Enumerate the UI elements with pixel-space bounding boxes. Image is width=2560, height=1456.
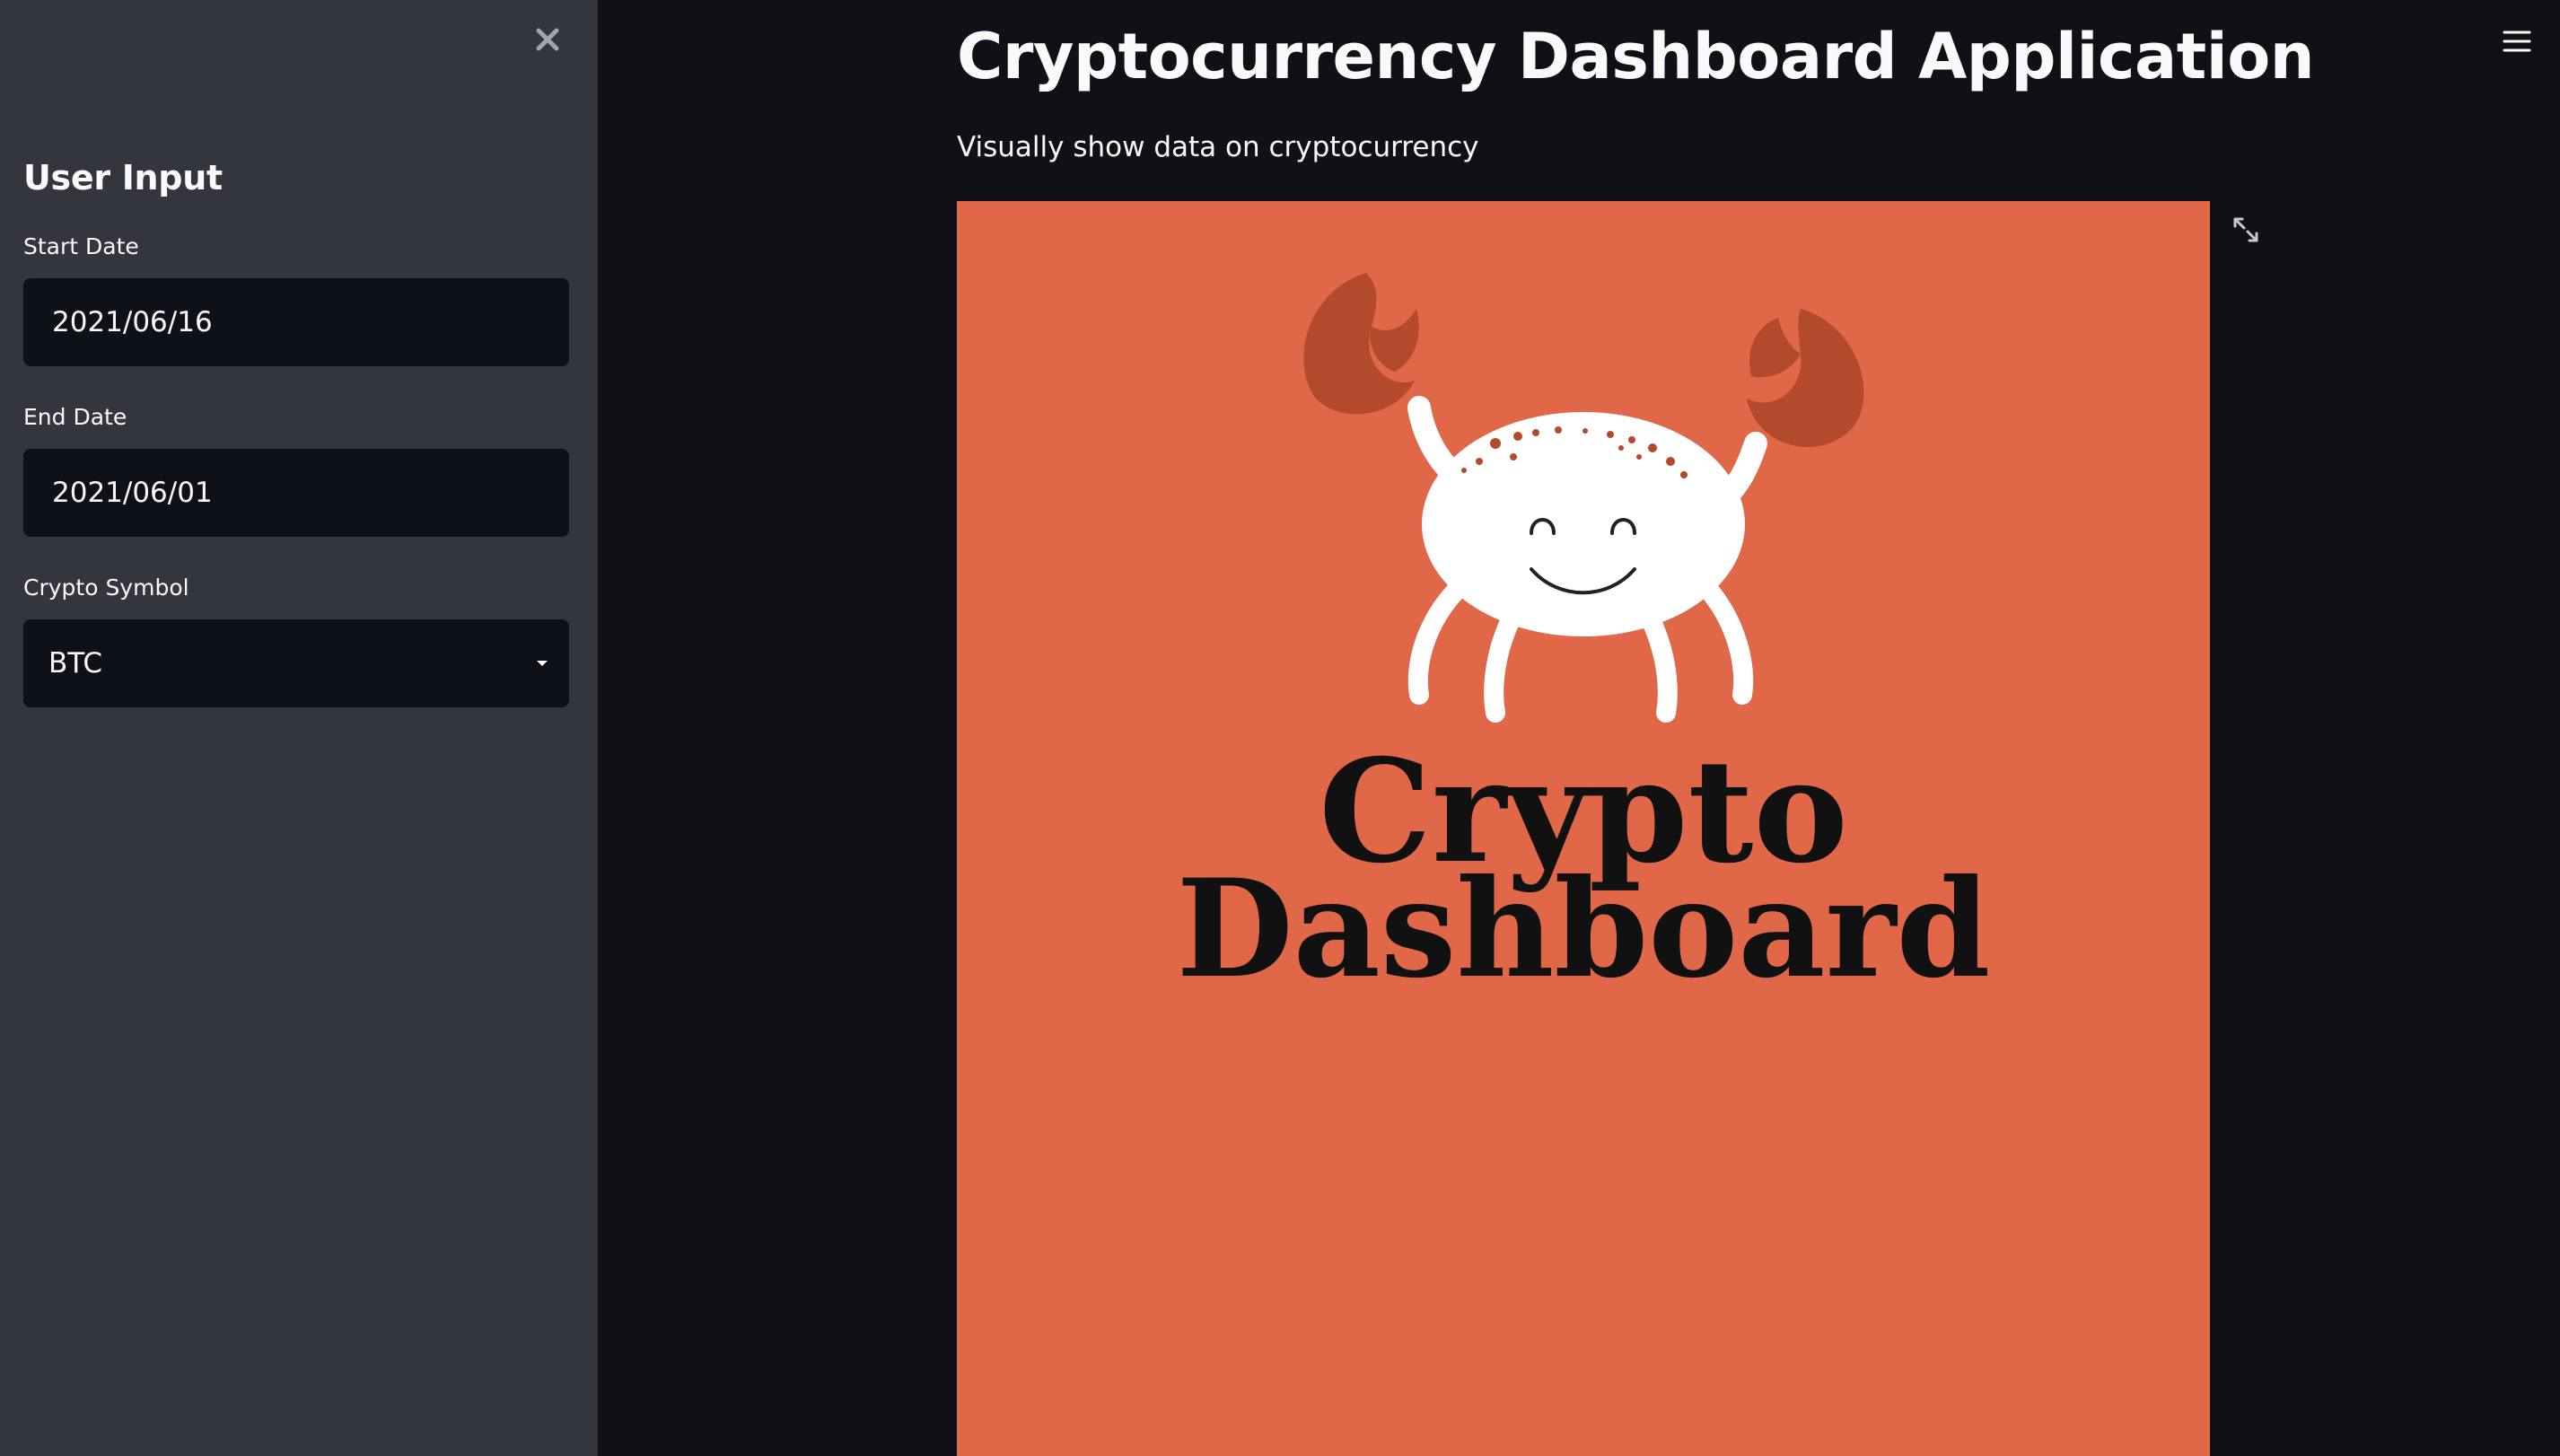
close-icon — [536, 28, 559, 51]
crypto-symbol-select[interactable]: BTC — [23, 619, 569, 707]
sidebar: User Input Start Date End Date Crypto Sy… — [0, 0, 598, 1456]
end-date-label: End Date — [23, 404, 127, 430]
crypto-symbol-value: BTC — [48, 647, 103, 680]
hamburger-menu-icon — [2503, 31, 2531, 52]
start-date-input[interactable] — [23, 278, 569, 366]
start-date-field[interactable] — [23, 278, 569, 366]
page-subtitle: Visually show data on cryptocurrency — [957, 131, 1479, 163]
main-menu-button[interactable] — [2501, 25, 2533, 57]
page-title: Cryptocurrency Dashboard Application — [957, 20, 2315, 93]
fullscreen-button[interactable] — [2230, 214, 2262, 246]
crab-mascot — [1303, 273, 1864, 723]
app-root: User Input Start Date End Date Crypto Sy… — [0, 0, 2560, 1456]
close-sidebar-button[interactable] — [530, 22, 565, 57]
crypto-dashboard-logo-image: Crypto Dashboard — [957, 201, 2210, 1456]
end-date-field[interactable] — [23, 449, 569, 537]
logo-text-line2: Dashboard — [1177, 850, 1991, 1008]
sidebar-title: User Input — [23, 158, 223, 197]
start-date-label: Start Date — [23, 233, 139, 259]
end-date-input[interactable] — [23, 449, 569, 537]
chevron-down-icon — [515, 619, 569, 707]
crypto-symbol-label: Crypto Symbol — [23, 575, 189, 601]
expand-icon — [2233, 217, 2258, 242]
